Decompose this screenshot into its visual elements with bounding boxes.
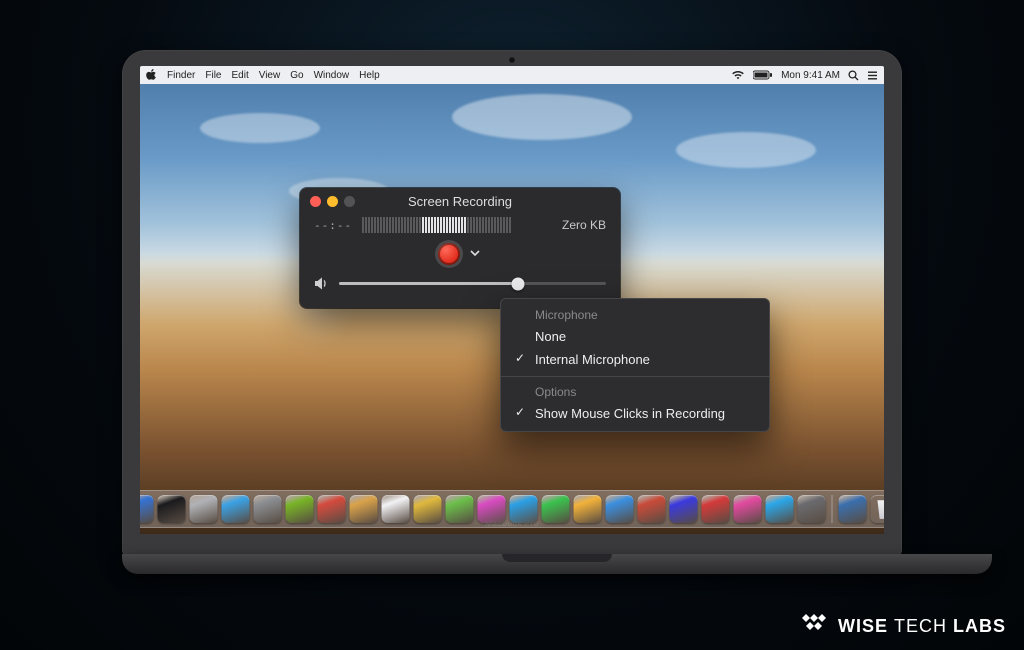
file-size: Zero KB bbox=[562, 218, 606, 232]
dock-app-16[interactable] bbox=[638, 495, 666, 523]
record-button[interactable] bbox=[438, 243, 460, 265]
menubar-item-window[interactable]: Window bbox=[314, 70, 350, 81]
apple-menu-icon[interactable] bbox=[146, 69, 157, 81]
dock-app-0[interactable] bbox=[140, 495, 154, 523]
menubar-item-edit[interactable]: Edit bbox=[231, 70, 248, 81]
menubar: Finder File Edit View Go Window Help Mon… bbox=[140, 66, 884, 84]
recording-options-menu: Microphone None Internal Microphone Opti… bbox=[500, 298, 770, 432]
dock-app-13[interactable] bbox=[542, 495, 570, 523]
dock-app-8[interactable] bbox=[382, 495, 410, 523]
dock-app-1[interactable] bbox=[158, 495, 186, 523]
screen-recording-window: Screen Recording --:-- Zero KB bbox=[300, 188, 620, 308]
dock-app-15[interactable] bbox=[606, 495, 634, 523]
dock-app-19[interactable] bbox=[734, 495, 762, 523]
menubar-app-name[interactable]: Finder bbox=[167, 70, 195, 81]
dock-app-4[interactable] bbox=[254, 495, 282, 523]
menu-item-microphone-internal[interactable]: Internal Microphone bbox=[501, 348, 769, 371]
dock-app-17[interactable] bbox=[670, 495, 698, 523]
watermark-logo-icon bbox=[798, 612, 830, 640]
dock-app-21[interactable] bbox=[798, 495, 826, 523]
dock-app-10[interactable] bbox=[446, 495, 474, 523]
volume-icon bbox=[314, 277, 329, 290]
watermark: WISE TECH LABS bbox=[798, 612, 1006, 640]
zoom-button bbox=[344, 196, 355, 207]
audio-level-meter bbox=[362, 217, 552, 233]
menu-item-microphone-none[interactable]: None bbox=[501, 325, 769, 348]
dock-app-11[interactable] bbox=[478, 495, 506, 523]
volume-slider[interactable] bbox=[339, 282, 606, 285]
watermark-brand-2: TECH bbox=[894, 616, 947, 636]
menubar-item-help[interactable]: Help bbox=[359, 70, 380, 81]
menubar-item-file[interactable]: File bbox=[205, 70, 221, 81]
dock-app-2[interactable] bbox=[190, 495, 218, 523]
dock-app-14[interactable] bbox=[574, 495, 602, 523]
menubar-item-go[interactable]: Go bbox=[290, 70, 303, 81]
watermark-brand-3: LABS bbox=[953, 616, 1006, 636]
close-button[interactable] bbox=[310, 196, 321, 207]
dock-app-7[interactable] bbox=[350, 495, 378, 523]
dock bbox=[140, 490, 884, 528]
chevron-down-icon bbox=[470, 250, 480, 258]
dock-app-3[interactable] bbox=[222, 495, 250, 523]
minimize-button[interactable] bbox=[327, 196, 338, 207]
spotlight-icon[interactable] bbox=[848, 70, 859, 81]
menubar-clock[interactable]: Mon 9:41 AM bbox=[781, 70, 840, 81]
dock-app-5[interactable] bbox=[286, 495, 314, 523]
dock-app-22[interactable] bbox=[839, 495, 867, 523]
elapsed-time: --:-- bbox=[314, 219, 352, 232]
battery-icon[interactable] bbox=[753, 70, 773, 80]
laptop-base bbox=[122, 554, 992, 574]
menu-item-show-mouse-clicks[interactable]: Show Mouse Clicks in Recording bbox=[501, 402, 769, 425]
dock-app-12[interactable] bbox=[510, 495, 538, 523]
dock-app-23[interactable] bbox=[871, 495, 885, 523]
menu-separator bbox=[501, 376, 769, 377]
dock-app-6[interactable] bbox=[318, 495, 346, 523]
dock-app-20[interactable] bbox=[766, 495, 794, 523]
menubar-item-view[interactable]: View bbox=[259, 70, 281, 81]
slider-knob[interactable] bbox=[511, 277, 524, 290]
menu-section-microphone: Microphone bbox=[501, 305, 769, 325]
dock-app-9[interactable] bbox=[414, 495, 442, 523]
watermark-brand-1: WISE bbox=[838, 616, 888, 636]
dock-app-18[interactable] bbox=[702, 495, 730, 523]
laptop-camera bbox=[509, 57, 515, 63]
wifi-icon[interactable] bbox=[731, 70, 745, 80]
options-chevron-button[interactable] bbox=[468, 247, 482, 261]
notification-center-icon[interactable] bbox=[867, 70, 878, 81]
menu-section-options: Options bbox=[501, 382, 769, 402]
